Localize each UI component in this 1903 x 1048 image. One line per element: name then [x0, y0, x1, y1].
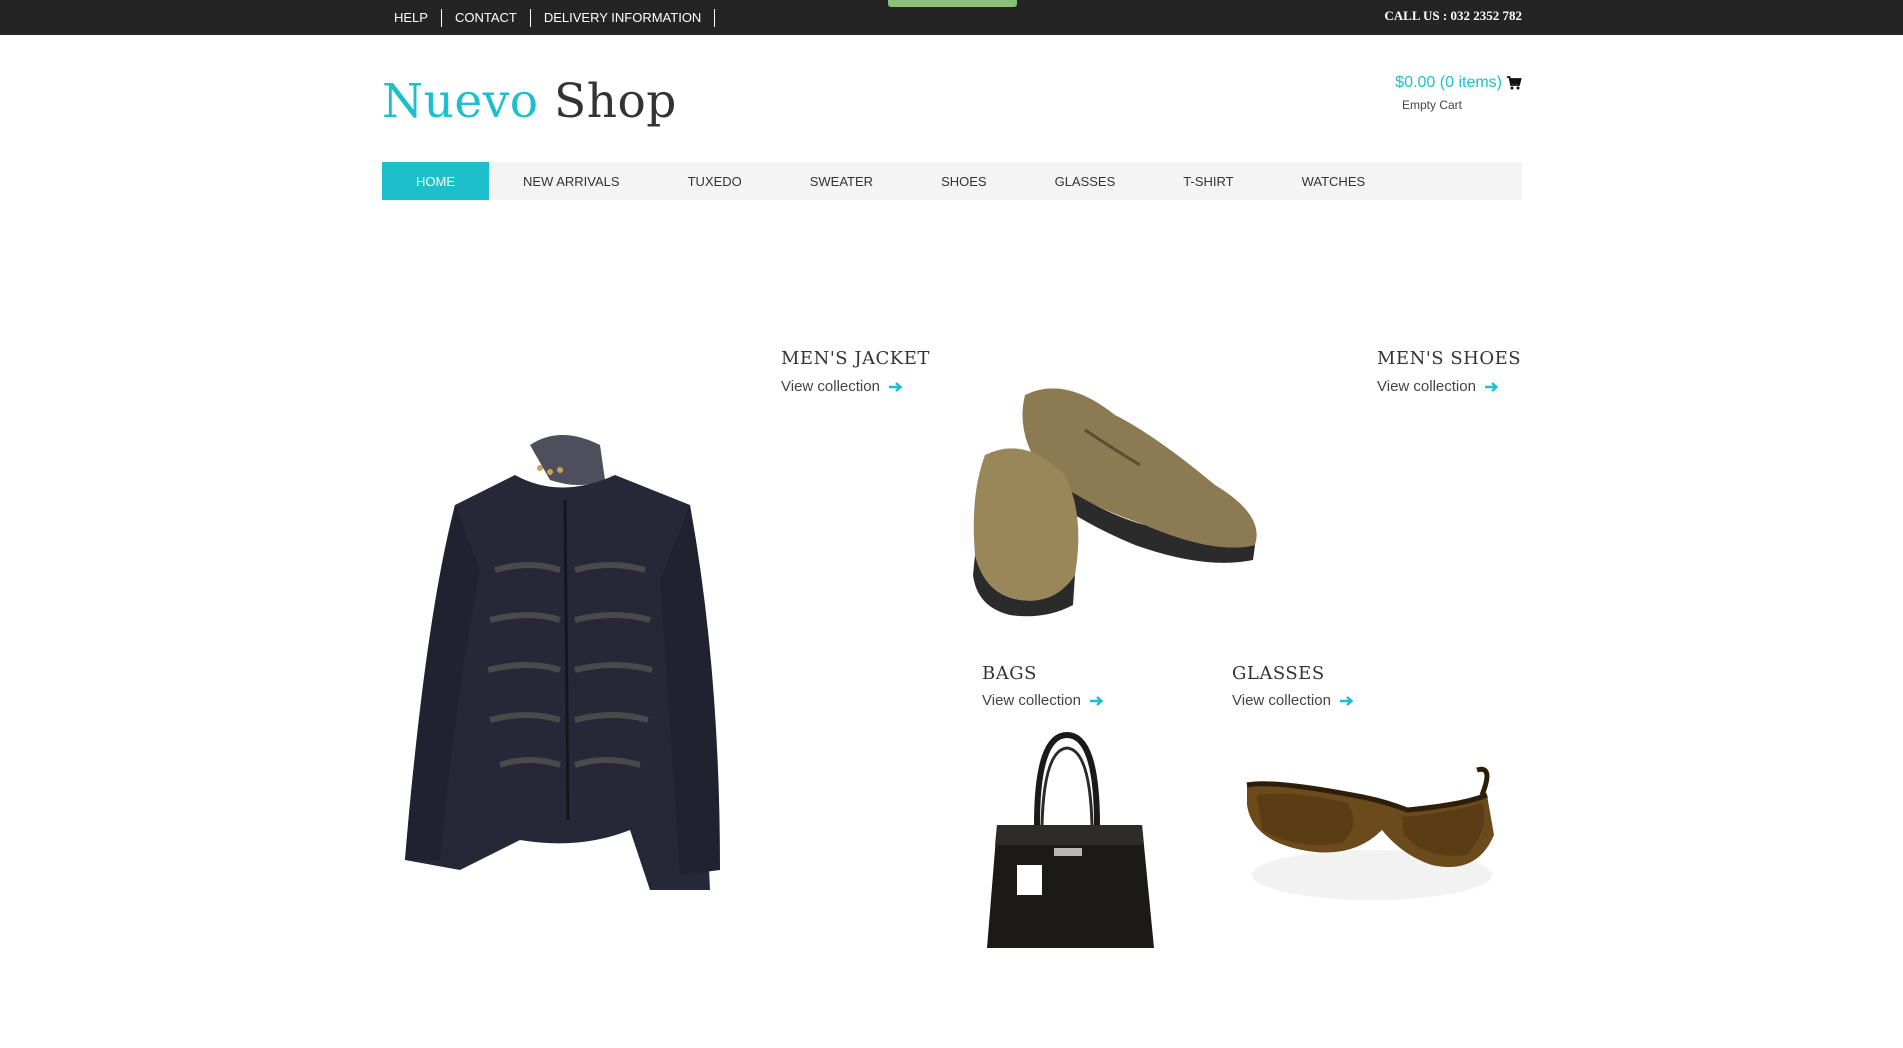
- arrow-right-icon: [1089, 695, 1104, 706]
- nav-item-sweater[interactable]: SWEATER: [776, 162, 907, 200]
- site-logo[interactable]: Nuevo Shop: [382, 74, 677, 129]
- cart-total-link[interactable]: $0.00 (0 items): [1395, 74, 1522, 92]
- nav-item-glasses[interactable]: GLASSES: [1021, 162, 1150, 200]
- bags-view-collection-label: View collection: [982, 692, 1081, 709]
- shoes-image[interactable]: [965, 375, 1265, 620]
- shoes-view-collection-label: View collection: [1377, 378, 1476, 395]
- cart-widget: $0.00 (0 items) Empty Cart: [1395, 74, 1522, 112]
- shoes-tile-title: MEN'S SHOES: [1377, 348, 1522, 369]
- glasses-tile-title: GLASSES: [1232, 663, 1325, 684]
- contact-link[interactable]: CONTACT: [442, 8, 531, 27]
- call-us-text: CALL US : 032 2352 782: [1384, 8, 1522, 23]
- jacket-view-collection-link[interactable]: View collection: [781, 378, 904, 395]
- logo-part-nuevo: Nuevo: [382, 74, 539, 129]
- delivery-information-link[interactable]: DELIVERY INFORMATION: [531, 8, 716, 27]
- cart-total-text: $0.00 (0 items): [1395, 74, 1502, 91]
- glasses-view-collection-label: View collection: [1232, 692, 1331, 709]
- help-link[interactable]: HELP: [382, 8, 442, 27]
- cart-status: Empty Cart: [1401, 98, 1462, 112]
- logo-part-shop: Shop: [554, 74, 677, 129]
- nav-item-new-arrivals[interactable]: NEW ARRIVALS: [489, 162, 654, 200]
- bag-image[interactable]: [982, 730, 1157, 955]
- arrow-right-icon: [888, 381, 903, 392]
- nav-item-watches[interactable]: WATCHES: [1268, 162, 1400, 200]
- nav-item-shoes[interactable]: SHOES: [907, 162, 1021, 200]
- glasses-image[interactable]: [1232, 735, 1502, 920]
- arrow-right-icon: [1339, 695, 1354, 706]
- top-tab[interactable]: [888, 0, 1017, 7]
- bags-view-collection-link[interactable]: View collection: [982, 692, 1105, 709]
- nav-item-home[interactable]: HOME: [382, 162, 489, 200]
- shopping-cart-icon: [1507, 76, 1522, 90]
- top-links: HELP CONTACT DELIVERY INFORMATION: [382, 0, 716, 35]
- jacket-tile-title: MEN'S JACKET: [781, 348, 930, 369]
- arrow-right-icon: [1484, 381, 1499, 392]
- nav-item-t-shirt[interactable]: T-SHIRT: [1149, 162, 1267, 200]
- main-nav: HOME NEW ARRIVALS TUXEDO SWEATER SHOES G…: [382, 162, 1522, 200]
- bags-tile-title: BAGS: [982, 663, 1037, 684]
- shoes-view-collection-link[interactable]: View collection: [1377, 378, 1500, 395]
- jacket-view-collection-label: View collection: [781, 378, 880, 395]
- jacket-image[interactable]: [400, 420, 765, 900]
- top-bar: HELP CONTACT DELIVERY INFORMATION CALL U…: [0, 0, 1903, 35]
- glasses-view-collection-link[interactable]: View collection: [1232, 692, 1355, 709]
- nav-item-tuxedo[interactable]: TUXEDO: [654, 162, 776, 200]
